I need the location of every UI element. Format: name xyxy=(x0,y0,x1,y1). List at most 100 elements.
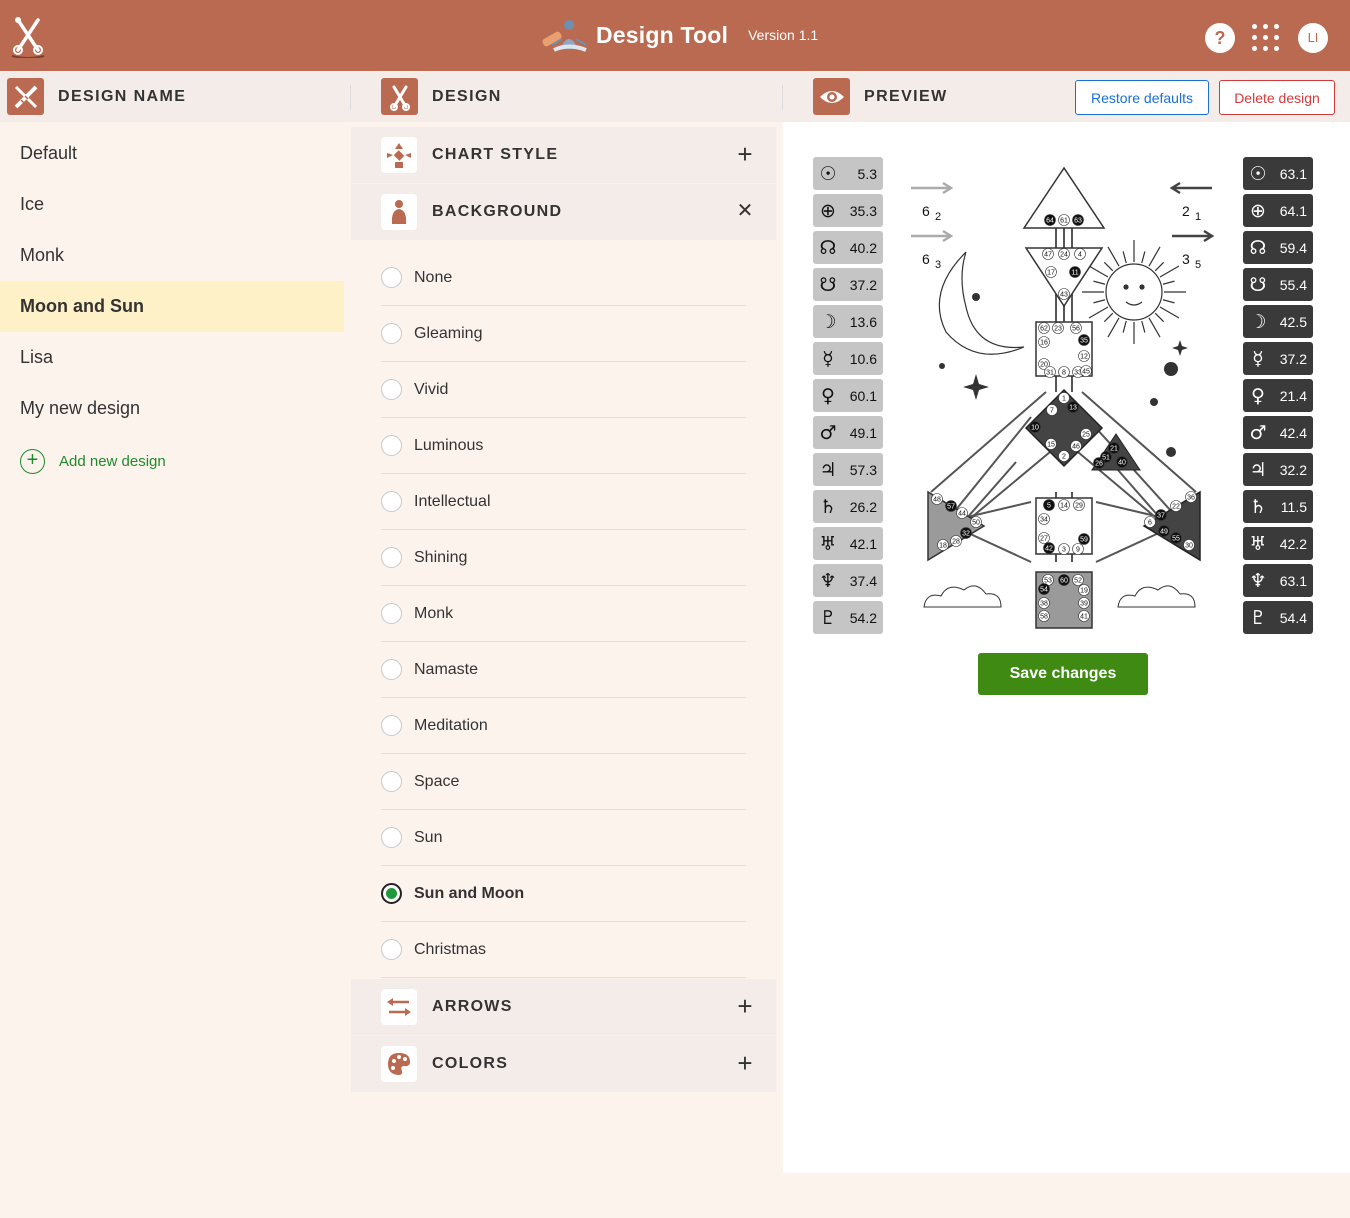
gate-number: 56 xyxy=(1072,325,1080,332)
design-item-monk[interactable]: Monk xyxy=(0,230,344,281)
sun-ray xyxy=(1159,306,1180,319)
background-option-gleaming[interactable]: Gleaming xyxy=(381,306,746,362)
background-option-sun-and-moon[interactable]: Sun and Moon xyxy=(381,866,746,922)
planet-row: ♅ 42.1 xyxy=(813,527,883,560)
jupiter-icon: ♃ xyxy=(1249,458,1267,481)
gate-number: 41 xyxy=(1080,613,1088,620)
option-label: Sun and Moon xyxy=(414,884,525,902)
background-option-luminous[interactable]: Luminous xyxy=(381,418,746,474)
channel-line xyxy=(1095,531,1162,563)
app-logo-icon[interactable] xyxy=(10,14,46,59)
planet-row: ☋ 55.4 xyxy=(1243,268,1313,301)
expand-plus-icon[interactable]: + xyxy=(734,1050,756,1076)
background-option-vivid[interactable]: Vivid xyxy=(381,362,746,418)
save-changes-button[interactable]: Save changes xyxy=(978,653,1148,695)
radio-button[interactable] xyxy=(381,267,402,288)
help-button[interactable]: ? xyxy=(1205,23,1235,53)
design-item-ice[interactable]: Ice xyxy=(0,179,344,230)
arrows-icon xyxy=(381,989,417,1025)
gate-number: 42 xyxy=(1045,545,1053,552)
background-option-sun[interactable]: Sun xyxy=(381,810,746,866)
gate-number: 63 xyxy=(1074,217,1082,224)
section-colors[interactable]: COLORS + xyxy=(351,1036,776,1092)
radio-button[interactable] xyxy=(381,603,402,624)
design-name-header: DESIGN NAME xyxy=(7,71,186,122)
background-option-space[interactable]: Space xyxy=(381,754,746,810)
venus-icon: ♀ xyxy=(1251,384,1265,407)
radio-button-checked[interactable] xyxy=(381,883,402,904)
radio-button[interactable] xyxy=(381,379,402,400)
north-node-icon: ☊ xyxy=(1249,236,1267,259)
pluto-icon: ♇ xyxy=(819,606,837,629)
background-option-meditation[interactable]: Meditation xyxy=(381,698,746,754)
planet-row: ☉ 5.3 xyxy=(813,157,883,190)
planet-value: 42.2 xyxy=(1279,535,1307,552)
gate-number: 11 xyxy=(1071,269,1078,276)
palette-icon xyxy=(381,1046,417,1082)
sun-ray xyxy=(1122,320,1127,333)
neptune-icon: ♆ xyxy=(1249,569,1267,592)
saturn-icon: ♄ xyxy=(819,495,837,518)
planet-value: 32.2 xyxy=(1279,461,1307,478)
background-option-christmas[interactable]: Christmas xyxy=(381,922,746,978)
restore-defaults-button[interactable]: Restore defaults xyxy=(1075,80,1209,115)
delete-design-button[interactable]: Delete design xyxy=(1219,80,1335,115)
planet-value: 11.5 xyxy=(1280,498,1307,515)
design-item-moon-and-sun[interactable]: Moon and Sun xyxy=(0,281,344,332)
planet-row: ♅ 42.2 xyxy=(1243,527,1313,560)
channel-line xyxy=(965,531,1032,563)
radio-button[interactable] xyxy=(381,491,402,512)
earth-icon: ⊕ xyxy=(1250,199,1266,222)
expand-plus-icon[interactable]: + xyxy=(734,993,756,1019)
planet-value: 64.1 xyxy=(1279,202,1307,219)
option-label: Gleaming xyxy=(414,324,483,342)
expand-plus-icon[interactable]: + xyxy=(734,141,756,167)
radio-button[interactable] xyxy=(381,827,402,848)
design-item-lisa[interactable]: Lisa xyxy=(0,332,344,383)
chart-style-icon xyxy=(381,137,417,173)
radio-button[interactable] xyxy=(381,771,402,792)
arrow-label: 6 xyxy=(922,203,930,219)
header-divider xyxy=(782,85,783,110)
mercury-icon: ☿ xyxy=(822,347,834,370)
gate-number: 10 xyxy=(1031,424,1039,431)
gate-number: 14 xyxy=(1060,502,1068,509)
design-name-header-label: DESIGN NAME xyxy=(58,87,187,105)
option-label: Intellectual xyxy=(414,492,491,510)
radio-button[interactable] xyxy=(381,547,402,568)
section-background[interactable]: BACKGROUND ✕ xyxy=(351,184,776,240)
background-option-monk[interactable]: Monk xyxy=(381,586,746,642)
radio-button[interactable] xyxy=(381,939,402,960)
sun-ray xyxy=(1141,320,1146,333)
background-option-shining[interactable]: Shining xyxy=(381,530,746,586)
background-option-none[interactable]: None xyxy=(381,250,746,306)
option-label: Meditation xyxy=(414,716,488,734)
planet-row: ☽ 13.6 xyxy=(813,305,883,338)
radio-button[interactable] xyxy=(381,659,402,680)
planet-row: ☽ 42.5 xyxy=(1243,305,1313,338)
gate-number: 64 xyxy=(1046,217,1054,224)
background-option-intellectual[interactable]: Intellectual xyxy=(381,474,746,530)
section-chart-style[interactable]: CHART STYLE + xyxy=(351,127,776,183)
collapse-close-icon[interactable]: ✕ xyxy=(734,200,756,222)
radio-button[interactable] xyxy=(381,435,402,456)
design-item-my-new-design[interactable]: My new design xyxy=(0,383,344,434)
user-avatar[interactable]: LI xyxy=(1298,23,1328,53)
plus-circle-icon: + xyxy=(20,448,45,474)
add-new-design-button[interactable]: + Add new design xyxy=(20,448,166,474)
sun-ray xyxy=(1141,251,1146,264)
apps-grid-icon[interactable] xyxy=(1252,24,1280,52)
section-arrows[interactable]: ARROWS + xyxy=(351,979,776,1035)
planet-value: 37.2 xyxy=(1279,350,1307,367)
gate-number: 40 xyxy=(1118,459,1126,466)
planet-value: 40.2 xyxy=(849,239,877,256)
sun-ray xyxy=(1159,265,1180,278)
planet-value: 37.4 xyxy=(849,572,877,589)
jupiter-icon: ♃ xyxy=(819,458,837,481)
planet-row: ♇ 54.4 xyxy=(1243,601,1313,634)
radio-button[interactable] xyxy=(381,323,402,344)
background-option-namaste[interactable]: Namaste xyxy=(381,642,746,698)
gate-number: 22 xyxy=(1172,503,1180,510)
radio-button[interactable] xyxy=(381,715,402,736)
design-item-default[interactable]: Default xyxy=(0,128,344,179)
